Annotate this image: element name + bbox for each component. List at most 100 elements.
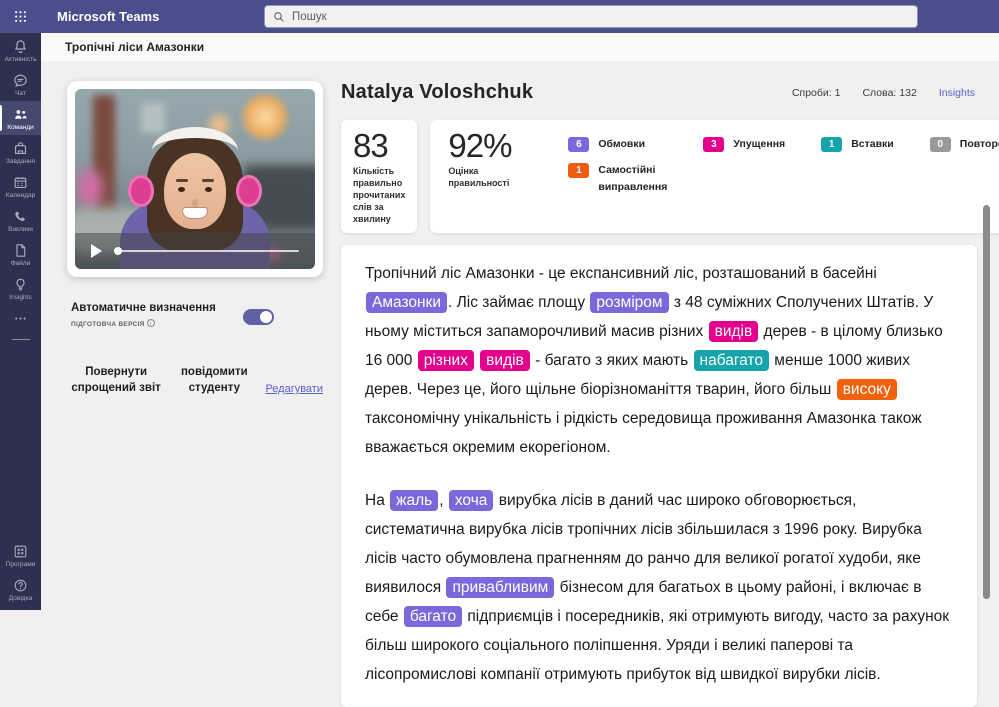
highlighted-word-pink[interactable]: видів xyxy=(480,350,530,371)
student-header: Natalya Voloshchuk Спроби: 1 Слова: 132 … xyxy=(341,81,975,104)
badge-column: 6 Обмовки 1Самостійні виправлення xyxy=(568,136,667,225)
reading-passage: Тропічний ліс Амазонки - це експансивний… xyxy=(341,245,977,707)
highlighted-word-purple[interactable]: розміром xyxy=(590,292,668,313)
headphone-band xyxy=(152,127,238,175)
error-badge-label: Упущення xyxy=(733,136,785,153)
sidebar-item-label: Виклики xyxy=(8,226,33,233)
highlighted-word-purple[interactable]: привабливим xyxy=(446,577,554,598)
highlighted-word-purple[interactable]: Амазонки xyxy=(366,292,447,313)
highlighted-word-teal[interactable]: набагато xyxy=(694,350,769,371)
highlighted-word-purple[interactable]: жаль xyxy=(390,490,438,511)
eye xyxy=(178,187,185,192)
eyebrow xyxy=(202,179,214,182)
words-stat: Слова: 132 xyxy=(862,87,916,99)
sidebar-item-help[interactable]: Довідка xyxy=(0,572,41,606)
auto-detect-label: Автоматичне визначення ПІДГОТОВЧА ВЕРСІЯ… xyxy=(71,301,229,332)
highlighted-word-pink[interactable]: видів xyxy=(709,321,759,342)
auto-detect-label-text: Автоматичне визначення xyxy=(71,302,216,314)
error-badge-label: Самостійні виправлення xyxy=(598,162,667,196)
sidebar-item-calls[interactable]: Виклики xyxy=(0,203,41,237)
content-area: Тропічні ліси Амазонки xyxy=(41,33,999,610)
search-input[interactable] xyxy=(292,11,909,23)
stats-row: 83 Кількість правильно прочитаних слів з… xyxy=(341,120,977,233)
sidebar-item-label: Програми xyxy=(6,561,36,568)
nose xyxy=(192,199,198,207)
sidebar-divider xyxy=(12,339,30,340)
sidebar: Активність Чат Команди Завдання Календар Викл… xyxy=(0,33,41,610)
error-badges: 6 Обмовки 1Самостійні виправлення 3Упущення… xyxy=(568,128,999,225)
error-badge-row: 1Вставки xyxy=(821,136,894,153)
files-icon xyxy=(12,242,29,259)
badge-column: 1Вставки xyxy=(821,136,894,225)
page-scrollbar[interactable] xyxy=(983,205,990,599)
chat-icon xyxy=(12,72,29,89)
assignments-icon xyxy=(12,140,29,157)
sidebar-item-label: Довідка xyxy=(9,595,32,602)
sidebar-item-apps[interactable]: Програми xyxy=(0,538,41,572)
sidebar-item-insights[interactable]: Insights xyxy=(0,271,41,305)
return-report-button[interactable]: Повернути спрощений звіт xyxy=(69,364,163,396)
highlighted-word-orange[interactable]: високу xyxy=(837,379,897,400)
sidebar-item-label: Файли xyxy=(11,260,31,267)
error-count-badge: 6 xyxy=(568,137,589,152)
page-title: Тропічні ліси Амазонки xyxy=(65,40,204,54)
sidebar-item-chat[interactable]: Чат xyxy=(0,67,41,101)
sidebar-item-label: Чат xyxy=(15,90,26,97)
accuracy-card: 92% Оцінка правильності 6 Обмовки 1Самості… xyxy=(430,120,999,233)
sidebar-item-calendar[interactable]: Календар xyxy=(0,169,41,203)
sidebar-item-label: Календар xyxy=(6,192,35,199)
sidebar-item-label: Активність xyxy=(5,56,37,63)
page-header: Тропічні ліси Амазонки xyxy=(41,33,999,61)
bell-icon xyxy=(12,38,29,55)
play-icon[interactable] xyxy=(91,244,102,258)
highlighted-word-purple[interactable]: багато xyxy=(404,606,462,627)
sidebar-item-assignments[interactable]: Завдання xyxy=(0,135,41,169)
error-badge-label: Обмовки xyxy=(598,136,645,153)
right-column: Natalya Voloshchuk Спроби: 1 Слова: 132 … xyxy=(337,81,977,707)
error-badge-row: 1Самостійні виправлення xyxy=(568,162,667,196)
teams-icon xyxy=(12,106,29,123)
passage-paragraph: На жаль, хоча вирубка лісів в даний час … xyxy=(365,486,953,689)
search-icon xyxy=(273,11,285,23)
ellipsis-icon xyxy=(12,310,29,327)
accuracy-label: Оцінка правильності xyxy=(448,165,530,189)
badge-column: 3Упущення xyxy=(703,136,785,225)
toggle-knob xyxy=(260,311,272,323)
insights-link[interactable]: Insights xyxy=(939,87,975,99)
attempts-stat: Спроби: 1 xyxy=(792,87,841,99)
error-badge-label: Повторень xyxy=(960,136,999,153)
eye xyxy=(205,187,212,192)
search-box[interactable] xyxy=(265,6,917,27)
help-icon xyxy=(12,577,29,594)
app-launcher-icon[interactable] xyxy=(0,9,41,24)
preview-tag: ПІДГОТОВЧА ВЕРСІЯi xyxy=(71,321,155,328)
error-badge-row: 3Упущення xyxy=(703,136,785,153)
student-name: Natalya Voloshchuk xyxy=(341,81,533,104)
sidebar-item-more[interactable] xyxy=(0,305,41,331)
headphone-earcup xyxy=(236,175,262,207)
accuracy-stat: 92% Оцінка правильності xyxy=(448,128,530,225)
info-icon[interactable]: i xyxy=(147,319,155,327)
sidebar-item-files[interactable]: Файли xyxy=(0,237,41,271)
apps-icon xyxy=(12,543,29,560)
edit-link[interactable]: Редагувати xyxy=(265,383,323,395)
student-video[interactable] xyxy=(75,89,315,269)
smile xyxy=(182,207,208,219)
notify-student-button[interactable]: повідомити студенту xyxy=(167,364,261,396)
highlighted-word-purple[interactable]: хоча xyxy=(449,490,494,511)
sidebar-item-activity[interactable]: Активність xyxy=(0,33,41,67)
student-meta: Спроби: 1 Слова: 132 Insights xyxy=(792,87,975,99)
video-progress-bar[interactable] xyxy=(114,250,299,252)
auto-detect-toggle[interactable] xyxy=(243,309,274,325)
highlighted-word-pink[interactable]: різних xyxy=(418,350,474,371)
sidebar-item-label: Завдання xyxy=(6,158,35,165)
report-actions: Повернути спрощений звіт повідомити студ… xyxy=(67,364,323,396)
progress-knob[interactable] xyxy=(114,247,122,255)
error-count-badge: 0 xyxy=(930,137,951,152)
accuracy-value: 92% xyxy=(448,128,530,164)
eyebrow xyxy=(176,179,188,182)
error-badge-label: Вставки xyxy=(851,136,894,153)
wpm-value: 83 xyxy=(353,128,405,164)
sidebar-item-teams[interactable]: Команди xyxy=(0,101,41,135)
left-column: Автоматичне визначення ПІДГОТОВЧА ВЕРСІЯ… xyxy=(67,81,323,707)
